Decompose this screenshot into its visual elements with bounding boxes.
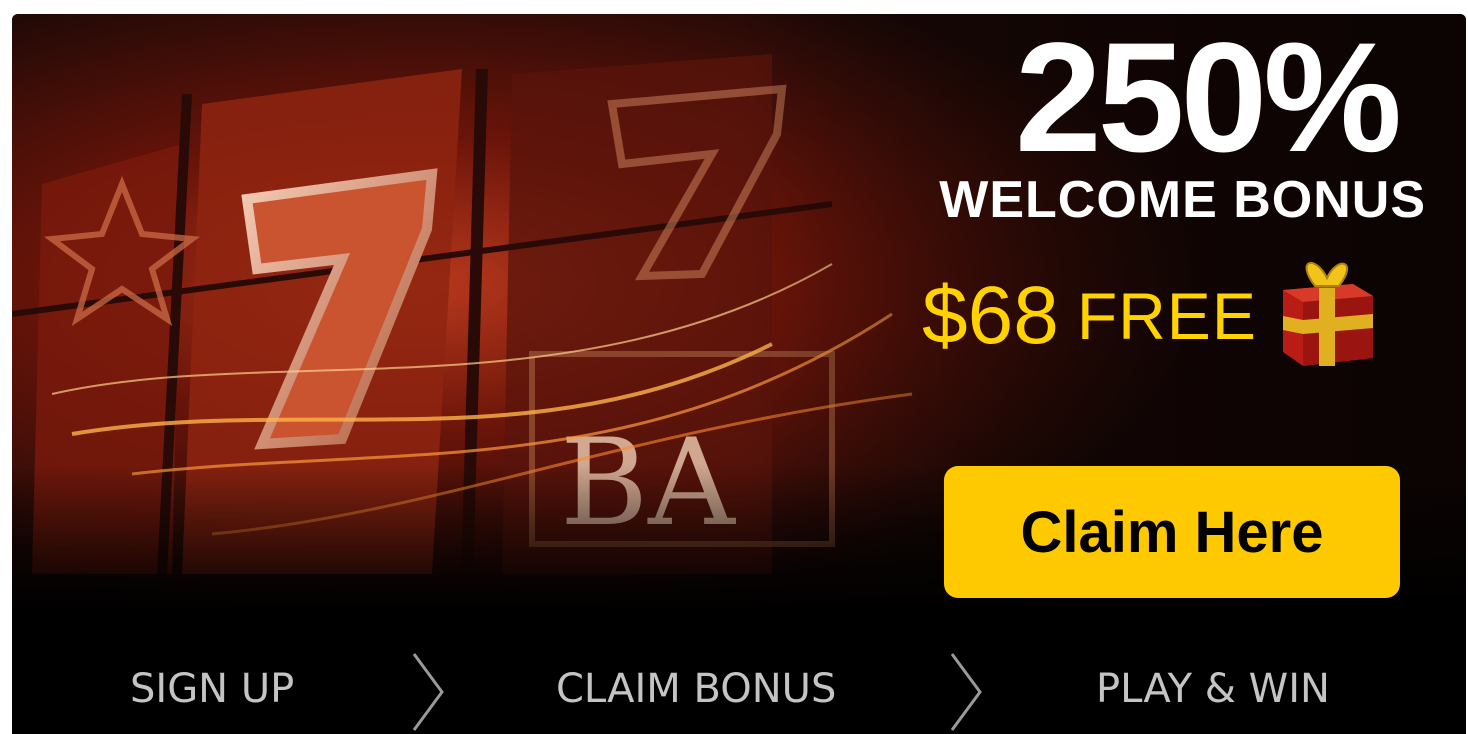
promo-banner[interactable]: BA 250% WELCOME BONUS $68 FREE Clai: [12, 14, 1466, 734]
steps-bar: SIGN UP CLAIM BONUS PLAY & WIN: [12, 624, 1466, 734]
bonus-percentage: 250%: [1015, 14, 1402, 185]
step-claim-bonus: CLAIM BONUS: [556, 666, 837, 712]
free-offer: $68 FREE: [922, 261, 1379, 366]
step-sign-up: SIGN UP: [130, 666, 295, 712]
step-play-and-win: PLAY & WIN: [1096, 666, 1330, 712]
free-label: FREE: [1076, 279, 1257, 353]
gift-box-icon: [1275, 250, 1379, 368]
claim-here-button[interactable]: Claim Here: [944, 466, 1400, 598]
chevron-right-icon: [946, 650, 986, 734]
free-amount: $68: [922, 270, 1059, 361]
welcome-bonus-title: WELCOME BONUS: [939, 171, 1426, 229]
chevron-right-icon: [408, 650, 448, 734]
